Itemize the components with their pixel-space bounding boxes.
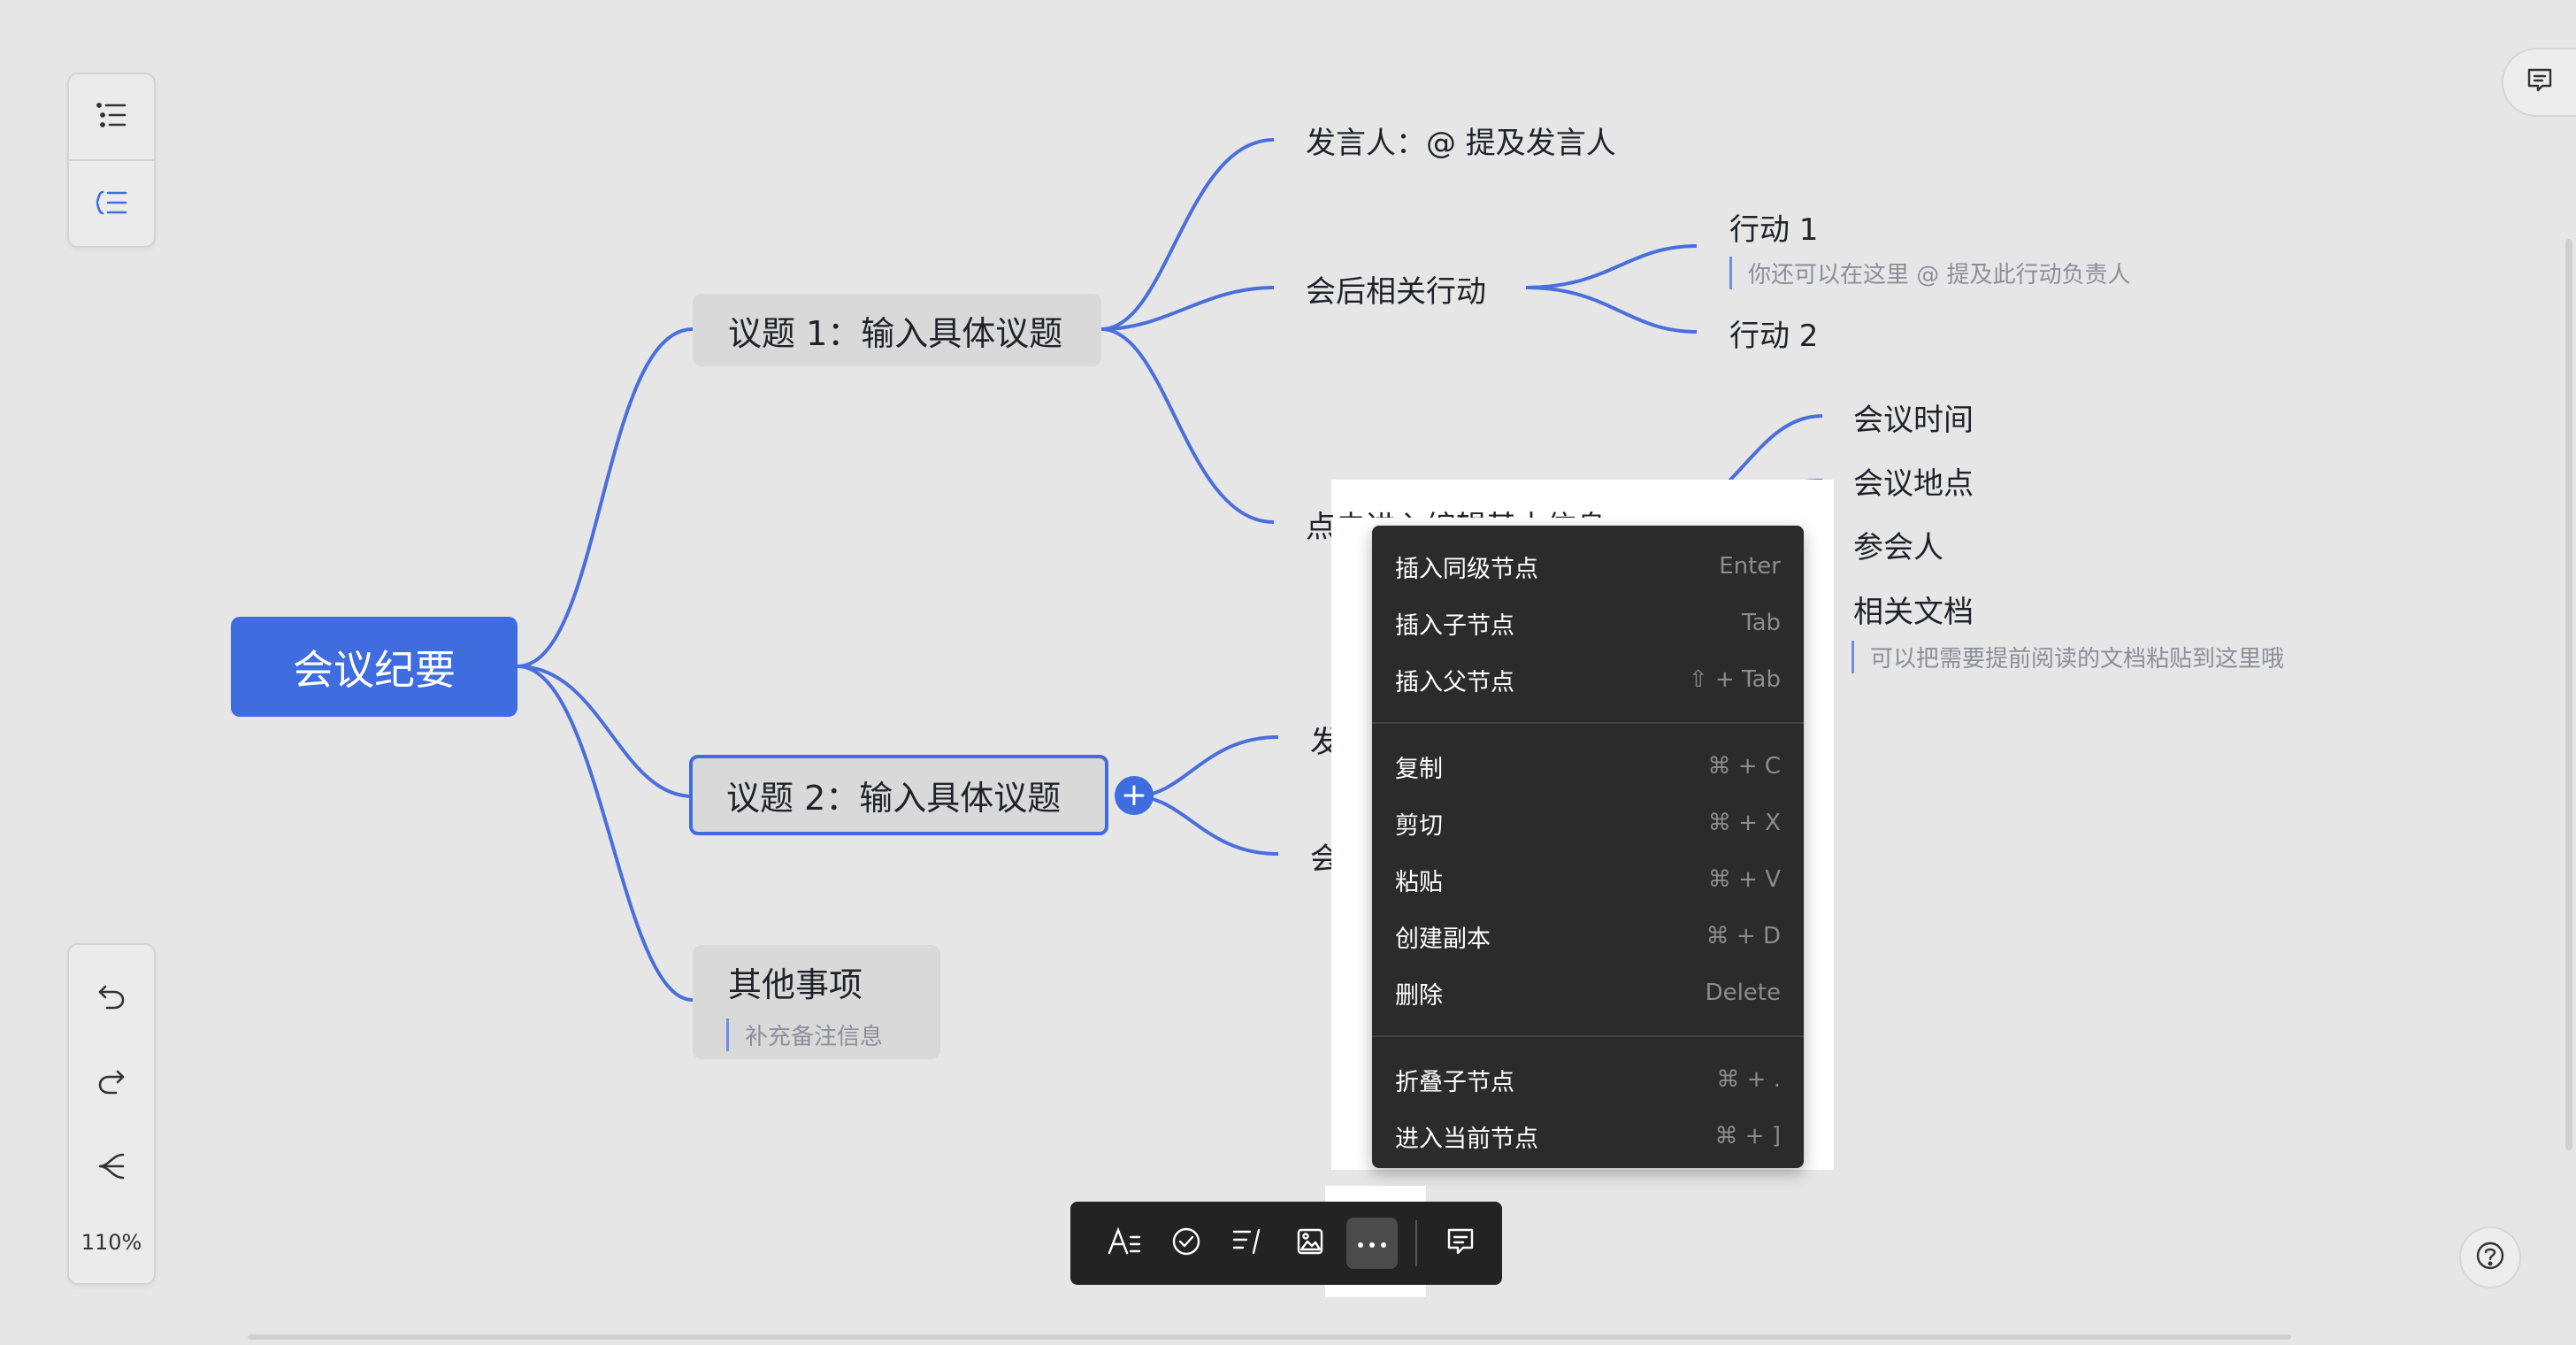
- help-icon: [2475, 1241, 2505, 1274]
- layout-button[interactable]: [69, 1133, 154, 1203]
- text-style-button[interactable]: [1099, 1218, 1150, 1269]
- topic-1-node[interactable]: 议题 1：输入具体议题: [693, 294, 1101, 366]
- menu-enter-node[interactable]: 进入当前节点 ⌘ + ]: [1372, 1108, 1804, 1164]
- menu-paste[interactable]: 粘贴 ⌘ + V: [1372, 851, 1804, 908]
- topic-2-label: 议题 2：输入具体议题: [726, 779, 1062, 818]
- menu-divider: [1372, 1035, 1804, 1037]
- zoom-level[interactable]: 110%: [69, 1216, 154, 1269]
- comment-icon: [1445, 1226, 1476, 1260]
- vertical-scrollbar[interactable]: [2565, 239, 2572, 1150]
- mindmap-canvas[interactable]: 110% 会议纪要 议题 1：输入具体议题 发言人：@ 提及发言人 会后相关行动…: [0, 0, 2576, 1345]
- attendees-node[interactable]: 参会人: [1853, 523, 1944, 566]
- menu-duplicate[interactable]: 创建副本 ⌘ + D: [1372, 908, 1804, 965]
- structure-icon: [95, 189, 127, 219]
- speaker-node[interactable]: 发言人：@ 提及发言人: [1306, 119, 1616, 162]
- menu-cut[interactable]: 剪切 ⌘ + X: [1372, 795, 1804, 851]
- layout-icon: [96, 1151, 126, 1185]
- action-1-note[interactable]: 你还可以在这里 @ 提及此行动负责人: [1729, 257, 2131, 289]
- view-toggle-panel: [67, 73, 156, 248]
- note-icon: [1232, 1227, 1264, 1259]
- node-toolbar: [1070, 1202, 1502, 1285]
- redo-icon: [96, 1066, 126, 1100]
- menu-delete[interactable]: 删除 Delete: [1372, 965, 1804, 1021]
- meeting-time-node[interactable]: 会议时间: [1853, 396, 1974, 439]
- root-node[interactable]: 会议纪要: [231, 617, 518, 717]
- menu-divider: [1372, 722, 1804, 724]
- outline-button[interactable]: [69, 74, 154, 159]
- menu-collapse-children[interactable]: 折叠子节点 ⌘ + .: [1372, 1051, 1804, 1108]
- undo-icon: [96, 981, 126, 1015]
- context-menu: 插入同级节点 Enter 插入子节点 Tab 插入父节点 ⇧ + Tab 复制 ⌘ + …: [1372, 526, 1804, 1168]
- more-icon: [1357, 1235, 1387, 1252]
- menu-insert-sibling[interactable]: 插入同级节点 Enter: [1372, 538, 1804, 595]
- undo-button[interactable]: [69, 963, 154, 1034]
- menu-copy[interactable]: 复制 ⌘ + C: [1372, 738, 1804, 795]
- more-button[interactable]: [1346, 1218, 1398, 1269]
- history-panel: 110%: [67, 943, 156, 1285]
- related-docs-node[interactable]: 相关文档: [1853, 588, 1974, 631]
- note-button[interactable]: [1223, 1218, 1274, 1269]
- redo-button[interactable]: [69, 1048, 154, 1118]
- task-button[interactable]: [1161, 1218, 1212, 1269]
- action-1-node[interactable]: 行动 1: [1729, 205, 1818, 249]
- comment-icon: [2526, 67, 2553, 97]
- meeting-place-node[interactable]: 会议地点: [1853, 459, 1974, 503]
- plus-icon: +: [1120, 777, 1148, 813]
- image-button[interactable]: [1284, 1218, 1336, 1269]
- comments-panel-toggle[interactable]: [2502, 48, 2576, 117]
- topic-1-label: 议题 1：输入具体议题: [728, 313, 1063, 353]
- toolbar-separator: [1415, 1220, 1417, 1266]
- related-docs-note[interactable]: 可以把需要提前阅读的文档粘贴到这里哦: [1852, 641, 2284, 673]
- root-label: 会议纪要: [293, 645, 456, 694]
- topic-3-label: 其他事项: [728, 965, 863, 1004]
- horizontal-scrollbar[interactable]: [248, 1334, 2291, 1340]
- check-circle-icon: [1171, 1226, 1201, 1260]
- topic-3-node[interactable]: 其他事项 补充备注信息: [693, 945, 940, 1059]
- comment-button[interactable]: [1435, 1218, 1486, 1269]
- topic-2-node[interactable]: 议题 2：输入具体议题: [689, 755, 1108, 835]
- menu-insert-parent[interactable]: 插入父节点 ⇧ + Tab: [1372, 651, 1804, 708]
- help-button[interactable]: [2459, 1226, 2521, 1288]
- image-icon: [1296, 1227, 1324, 1259]
- structure-button[interactable]: [69, 161, 154, 248]
- text-style-icon: [1108, 1226, 1141, 1260]
- add-child-button[interactable]: +: [1115, 776, 1154, 815]
- topic-3-note[interactable]: 补充备注信息: [726, 1018, 940, 1051]
- menu-insert-child[interactable]: 插入子节点 Tab: [1372, 595, 1804, 651]
- actions-node[interactable]: 会后相关行动: [1306, 267, 1486, 311]
- action-2-node[interactable]: 行动 2: [1729, 311, 1818, 355]
- list-icon: [96, 102, 126, 132]
